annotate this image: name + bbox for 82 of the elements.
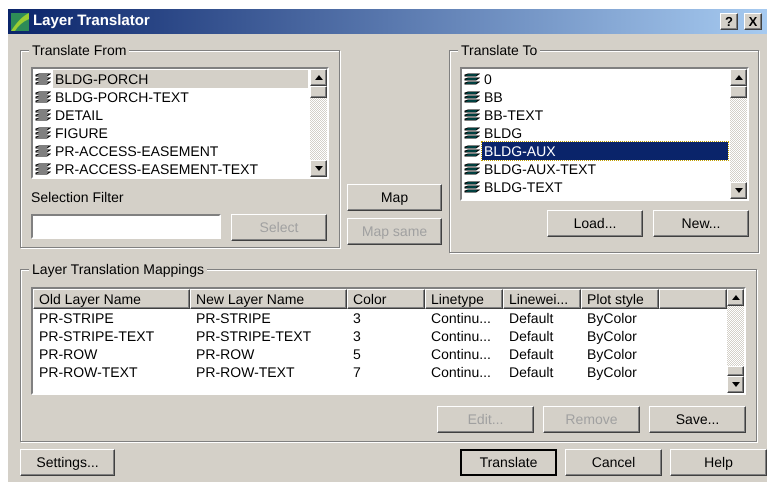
table-cell-text: PR-ROW-TEXT <box>195 363 296 381</box>
table-cell-text: PR-STRIPE <box>38 309 115 327</box>
list-item[interactable]: 0 <box>482 70 728 88</box>
layers-icon <box>464 72 480 86</box>
list-button[interactable]: Load... <box>547 210 643 237</box>
dialog-button[interactable]: Help <box>670 449 767 476</box>
layers-icon <box>35 72 51 86</box>
table-cell-text: Default <box>508 327 554 345</box>
help-button[interactable]: ? <box>720 13 738 30</box>
scroll-thumb[interactable] <box>730 86 747 98</box>
list-item[interactable]: BB-TEXT <box>482 106 728 124</box>
table-cell-text: Continu... <box>430 327 492 345</box>
column-header[interactable]: Color <box>347 289 425 309</box>
table-cell-text: Default <box>508 363 554 381</box>
list-item[interactable]: PR-ACCESS-EASEMENT-TEXT <box>53 160 308 177</box>
list-item[interactable]: FIGURE <box>53 124 308 142</box>
list-item[interactable]: BLDG-TEXT <box>482 178 728 196</box>
column-header[interactable]: New Layer Name <box>190 289 347 309</box>
layers-icon <box>464 108 480 122</box>
scroll-down-icon[interactable] <box>310 160 327 177</box>
list-item[interactable]: BB <box>482 88 728 106</box>
mapping-button[interactable]: Save... <box>649 406 746 433</box>
column-header[interactable]: Linetype <box>425 289 503 309</box>
scroll-down-icon[interactable] <box>730 182 747 199</box>
table-cell-text: ByColor <box>586 363 638 381</box>
filter-label: Selection Filter <box>31 188 125 207</box>
scroll-thumb[interactable] <box>727 366 744 376</box>
table-cell-text: 7 <box>352 363 362 381</box>
map-button[interactable]: Map <box>347 184 442 211</box>
scroll-up-icon[interactable] <box>730 69 747 86</box>
layers-icon <box>464 180 480 194</box>
table-cell-text: PR-ROW <box>38 345 98 363</box>
layers-icon <box>464 90 480 104</box>
scroll-down-icon[interactable] <box>727 376 744 393</box>
table-cell-text: 5 <box>352 345 362 363</box>
window-title: Layer Translator <box>33 11 151 32</box>
table-cell-text: ByColor <box>586 345 638 363</box>
table-cell-text: Continu... <box>430 363 492 381</box>
close-button[interactable]: X <box>744 13 762 30</box>
settings-button[interactable]: Settings... <box>20 449 115 476</box>
table-cell-text: ByColor <box>586 327 638 345</box>
table-cell-text: ByColor <box>586 309 638 327</box>
table-cell-text: Default <box>508 345 554 363</box>
layers-icon <box>35 126 51 140</box>
scroll-up-icon[interactable] <box>727 289 744 306</box>
layers-icon <box>35 144 51 158</box>
layers-icon <box>35 162 51 176</box>
table-cell-text: PR-ROW-TEXT <box>38 363 139 381</box>
filter-field[interactable] <box>31 214 221 239</box>
list-item[interactable]: PR-ACCESS-EASEMENT <box>53 142 308 160</box>
table-cell-text: PR-STRIPE-TEXT <box>195 327 312 345</box>
list-item[interactable]: BLDG-AUX <box>482 142 728 160</box>
list-item[interactable]: BLDG-PORCH-TEXT <box>53 88 308 106</box>
layers-icon <box>464 144 480 158</box>
table-cell-text: 3 <box>352 309 362 327</box>
table-cell-text: PR-ROW <box>195 345 256 363</box>
scrollbar[interactable] <box>310 69 327 177</box>
scroll-up-icon[interactable] <box>310 69 327 86</box>
list-button[interactable]: New... <box>653 210 749 237</box>
scrollbar[interactable] <box>727 289 744 393</box>
list-item[interactable]: BLDG-AUX-TEXT <box>482 160 728 178</box>
dialog-button[interactable]: Translate <box>460 449 557 476</box>
layers-icon <box>35 108 51 122</box>
layers-icon <box>35 90 51 104</box>
scrollbar[interactable] <box>730 69 747 199</box>
dialog-button[interactable]: Cancel <box>565 449 662 476</box>
layers-icon <box>464 126 480 140</box>
list-item[interactable]: DETAIL <box>53 106 308 124</box>
list-item[interactable]: BLDG-PORCH <box>53 70 308 88</box>
table-cell-text: 3 <box>352 327 362 345</box>
table-cell-text: Continu... <box>430 309 492 327</box>
app-icon <box>11 12 29 30</box>
column-header[interactable]: Old Layer Name <box>33 289 190 309</box>
scroll-thumb[interactable] <box>310 86 327 98</box>
table-cell-text: PR-STRIPE-TEXT <box>38 327 156 345</box>
column-header[interactable]: Linewei... <box>503 289 581 309</box>
table-cell-text: Default <box>508 309 554 327</box>
table-cell-text: Continu... <box>430 345 492 363</box>
column-header[interactable]: Plot style <box>581 289 659 309</box>
layers-icon <box>464 162 480 176</box>
list-item[interactable]: BLDG <box>482 124 728 142</box>
table-cell-text: PR-STRIPE <box>195 309 272 327</box>
